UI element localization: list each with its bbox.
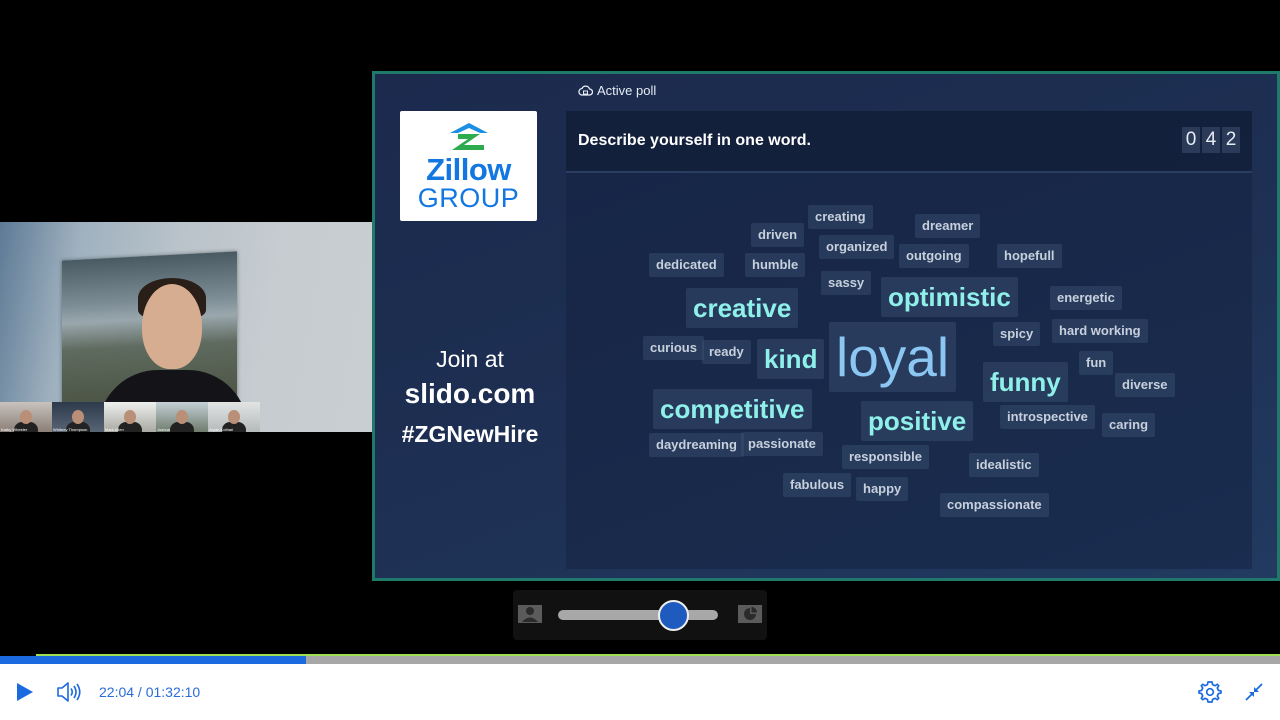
video-frame[interactable]: Kathy Wheeler Whitney Thompson Mark Alle… [0,0,1280,655]
word-cloud-word: competitive [653,389,812,429]
presentation-slide: Zillow GROUP Join at slido.com #ZGNewHir… [372,71,1280,581]
word-cloud-word: diverse [1115,373,1175,397]
person-icon[interactable] [518,605,542,623]
participant-name: Kathy Wheeler [1,427,28,432]
word-cloud-word: organized [819,235,895,259]
participant-face [72,410,84,424]
layout-slider-track[interactable] [558,610,718,620]
word-cloud-word: sassy [821,271,872,295]
word-cloud-word: dedicated [649,253,724,277]
word-cloud-word: hopefull [997,244,1062,268]
word-cloud-word: compassionate [940,493,1049,517]
exit-fullscreen-button[interactable] [1244,682,1264,707]
word-cloud-word: creative [686,288,799,328]
participant-thumb: Joshua [156,402,208,432]
participant-face [228,410,240,424]
word-cloud-word: spicy [993,322,1041,346]
word-cloud-word: introspective [1000,405,1095,429]
settings-button[interactable] [1198,680,1222,709]
word-cloud-word: creating [808,205,873,229]
participant-thumb: Whitney Thompson [52,402,104,432]
speaker-head [142,284,202,369]
participant-face [124,410,136,424]
webcam-feed: Kathy Wheeler Whitney Thompson Mark Alle… [0,222,372,432]
participant-name: Aryan Kothari [209,427,234,432]
seek-bar[interactable] [0,656,1280,664]
word-cloud-word: optimistic [881,277,1018,317]
word-cloud-word: passionate [741,432,823,456]
participant-thumb: Mark Allen [104,402,156,432]
word-cloud-word: humble [745,253,806,277]
word-cloud-word: caring [1102,413,1156,437]
word-cloud-word: daydreaming [649,433,744,457]
word-cloud-word: happy [856,477,909,501]
participant-face [20,410,32,424]
word-cloud-word: positive [861,401,974,441]
word-cloud-word: outgoing [899,244,969,268]
word-cloud-word: fabulous [783,473,852,497]
word-cloud-word: energetic [1050,286,1122,310]
word-cloud-word: funny [983,362,1068,402]
play-icon [17,683,33,701]
word-cloud-word: driven [751,223,805,247]
volume-icon [57,682,81,702]
participant-thumbnails: Kathy Wheeler Whitney Thompson Mark Alle… [0,402,260,432]
layout-size-control [513,590,767,640]
layout-slider-knob[interactable] [657,600,689,631]
word-cloud-word: fun [1079,351,1114,375]
exit-fullscreen-icon [1245,683,1263,701]
participant-face [176,410,188,424]
participant-thumb: Kathy Wheeler [0,402,52,432]
presentation-icon[interactable] [738,605,762,623]
word-cloud-word: dreamer [915,214,981,238]
play-button[interactable] [16,682,34,707]
time-display: 22:04 / 01:32:10 [99,684,201,700]
word-cloud-word: loyal [829,322,957,392]
participant-name: Mark Allen [105,427,124,432]
word-cloud-word: idealistic [969,453,1039,477]
seek-bar-progress [0,656,306,664]
participant-thumb: Aryan Kothari [208,402,260,432]
participant-name: Joshua [157,427,170,432]
word-cloud-word: responsible [842,445,929,469]
word-cloud-word: curious [643,336,704,360]
player-controls: 22:04 / 01:32:10 [0,664,1280,720]
word-cloud-word: kind [757,339,825,379]
word-cloud-word: ready [702,340,751,364]
participant-name: Whitney Thompson [53,427,88,432]
volume-button[interactable] [56,681,82,708]
settings-icon [1198,681,1222,703]
word-cloud: creating dreamer driven organized outgoi… [375,74,1280,584]
word-cloud-word: hard working [1052,319,1148,343]
